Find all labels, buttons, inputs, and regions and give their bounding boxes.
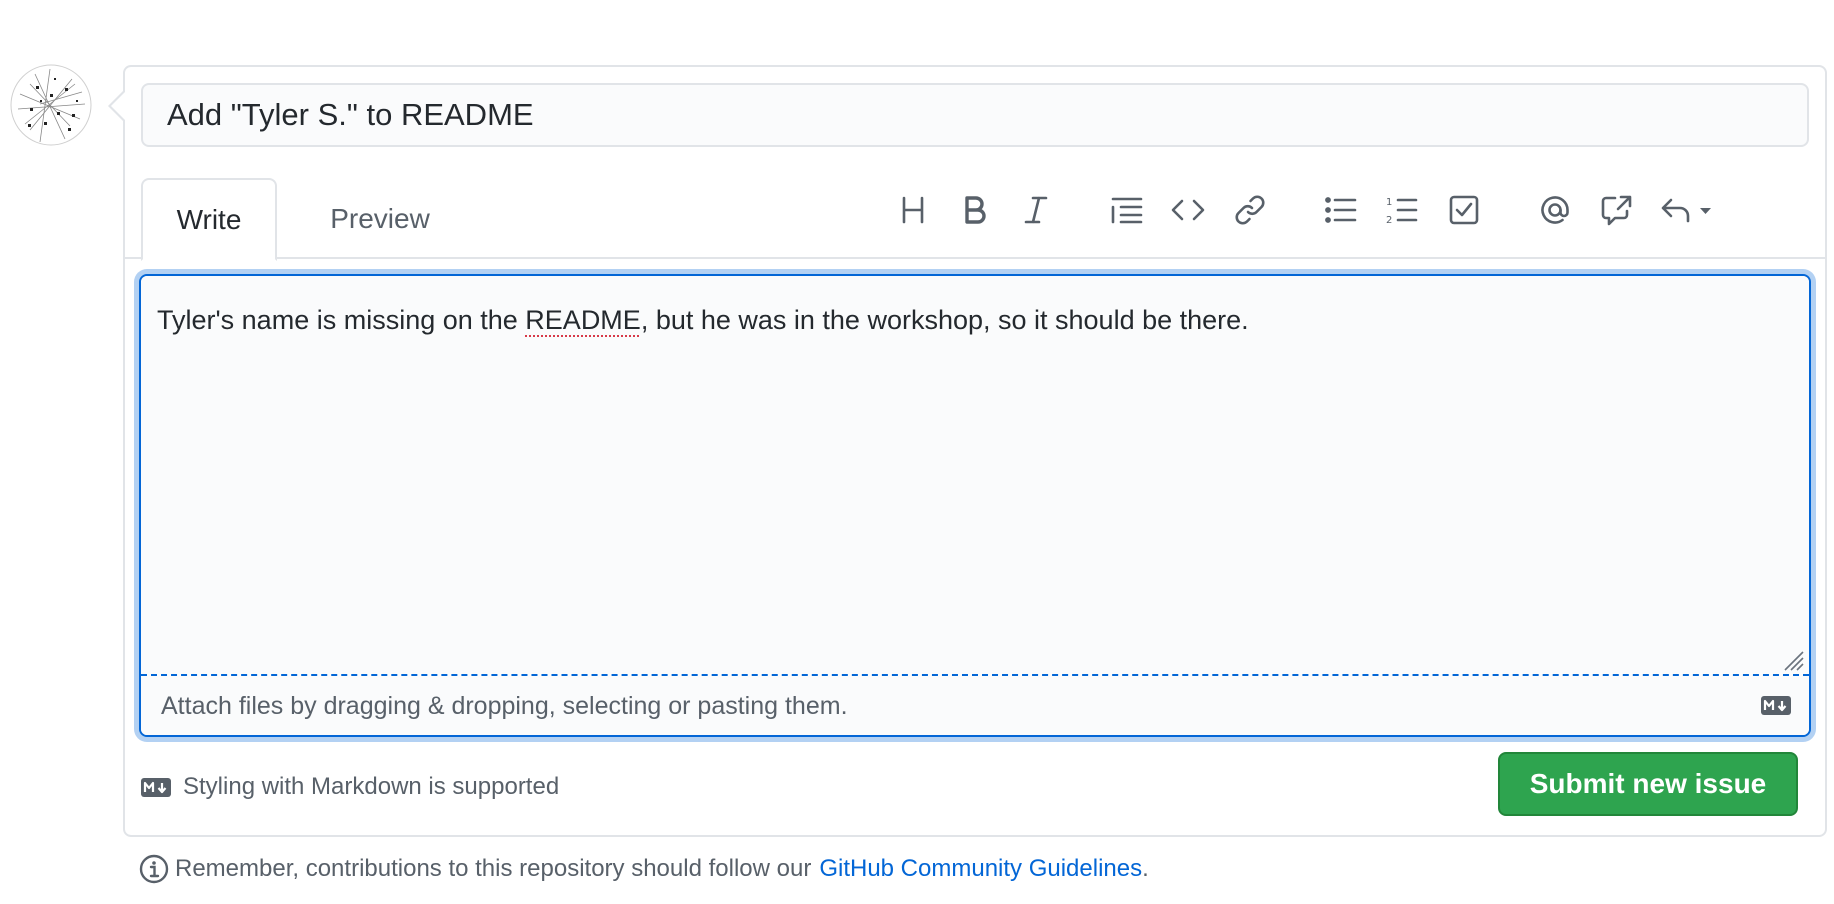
markdown-icon	[1761, 696, 1791, 720]
avatar[interactable]	[10, 64, 92, 146]
tab-preview[interactable]: Preview	[295, 178, 465, 259]
resize-handle[interactable]	[1779, 646, 1805, 672]
quote-icon[interactable]	[1107, 190, 1147, 230]
attach-files-dropzone[interactable]: Attach files by dragging & dropping, sel…	[141, 674, 1809, 735]
attach-files-text: Attach files by dragging & dropping, sel…	[161, 692, 848, 720]
tab-preview-label: Preview	[330, 202, 430, 234]
body-text-end: , but he was in the workshop, so it shou…	[640, 305, 1249, 335]
guidelines-suffix: .	[1142, 855, 1149, 882]
italic-icon[interactable]	[1016, 190, 1056, 230]
task-list-icon[interactable]	[1444, 190, 1484, 230]
issue-title-input[interactable]	[141, 83, 1809, 147]
submit-new-issue-button[interactable]: Submit new issue	[1498, 752, 1798, 816]
identicon-image	[10, 64, 92, 146]
link-icon[interactable]	[1230, 190, 1270, 230]
tab-write-label: Write	[176, 203, 242, 235]
mention-icon[interactable]	[1535, 190, 1575, 230]
issue-body-textarea[interactable]: Tyler's name is missing on the README, b…	[141, 276, 1809, 674]
card-pointer-fill	[111, 92, 125, 120]
tab-write[interactable]: Write	[141, 178, 277, 261]
issue-body-editor[interactable]: Tyler's name is missing on the README, b…	[139, 274, 1811, 737]
community-guidelines-note: Remember, contributions to this reposito…	[139, 852, 1149, 886]
bold-icon[interactable]	[955, 190, 995, 230]
markdown-support-note[interactable]: Styling with Markdown is supported	[141, 772, 559, 802]
community-guidelines-link[interactable]: GitHub Community Guidelines	[819, 855, 1142, 883]
cross-reference-icon[interactable]	[1597, 190, 1637, 230]
markdown-icon	[141, 777, 171, 797]
svg-text:1: 1	[1386, 197, 1392, 208]
body-text-start: Tyler's name is missing on the	[157, 305, 526, 335]
heading-icon[interactable]	[893, 190, 933, 230]
guidelines-text: Remember, contributions to this reposito…	[175, 855, 812, 882]
svg-text:2: 2	[1386, 215, 1392, 225]
code-icon[interactable]	[1168, 190, 1208, 230]
body-text-misspelled-word: README	[525, 305, 641, 335]
ordered-list-icon[interactable]: 1 2	[1382, 190, 1422, 230]
unordered-list-icon[interactable]	[1321, 190, 1361, 230]
markdown-support-text: Styling with Markdown is supported	[183, 773, 560, 800]
reply-dropdown-icon[interactable]	[1658, 190, 1718, 230]
info-icon	[139, 854, 169, 884]
